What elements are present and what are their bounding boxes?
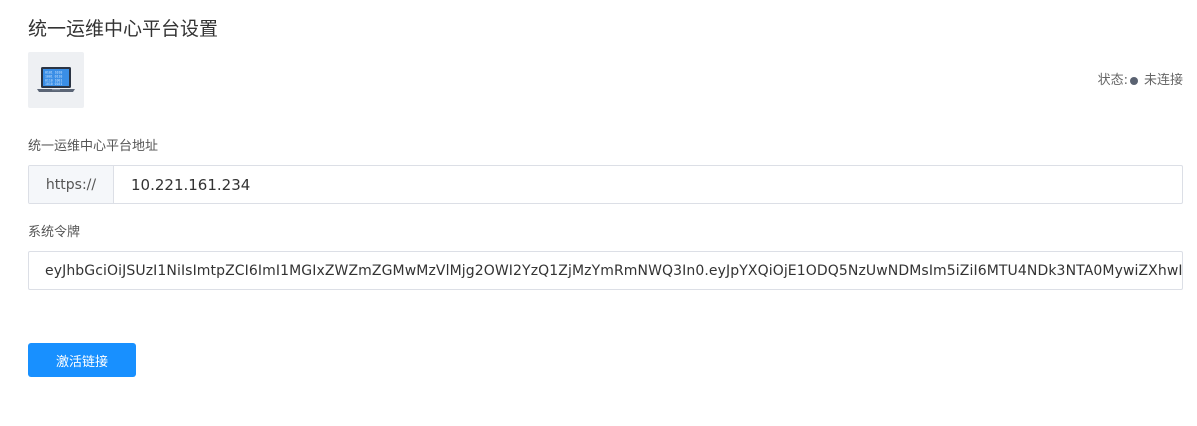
status-dot-icon: [1129, 77, 1138, 85]
connection-status: 状态: 未连接: [1098, 72, 1183, 90]
status-value: 未连接: [1143, 73, 1183, 88]
settings-page: 统一运维中心平台设置 0101 1010 1001 0110 0110 1001…: [0, 0, 1197, 426]
status-label: 状态:: [1097, 73, 1128, 88]
token-input[interactable]: [29, 252, 1182, 289]
address-input-group: https://: [28, 165, 1183, 204]
laptop-icon: 0101 1010 1001 0110 0110 1001 1010 0101: [37, 67, 75, 92]
address-input[interactable]: [114, 166, 1182, 203]
page-title: 统一运维中心平台设置: [28, 18, 219, 40]
activate-link-button[interactable]: 激活链接: [28, 343, 136, 377]
device-tile: 0101 1010 1001 0110 0110 1001 1010 0101: [28, 52, 84, 108]
svg-text:1010 0101: 1010 0101: [45, 82, 62, 86]
protocol-prefix: https://: [29, 166, 114, 203]
token-field: [28, 251, 1183, 290]
address-label: 统一运维中心平台地址: [28, 139, 159, 154]
token-label: 系统令牌: [28, 225, 81, 240]
